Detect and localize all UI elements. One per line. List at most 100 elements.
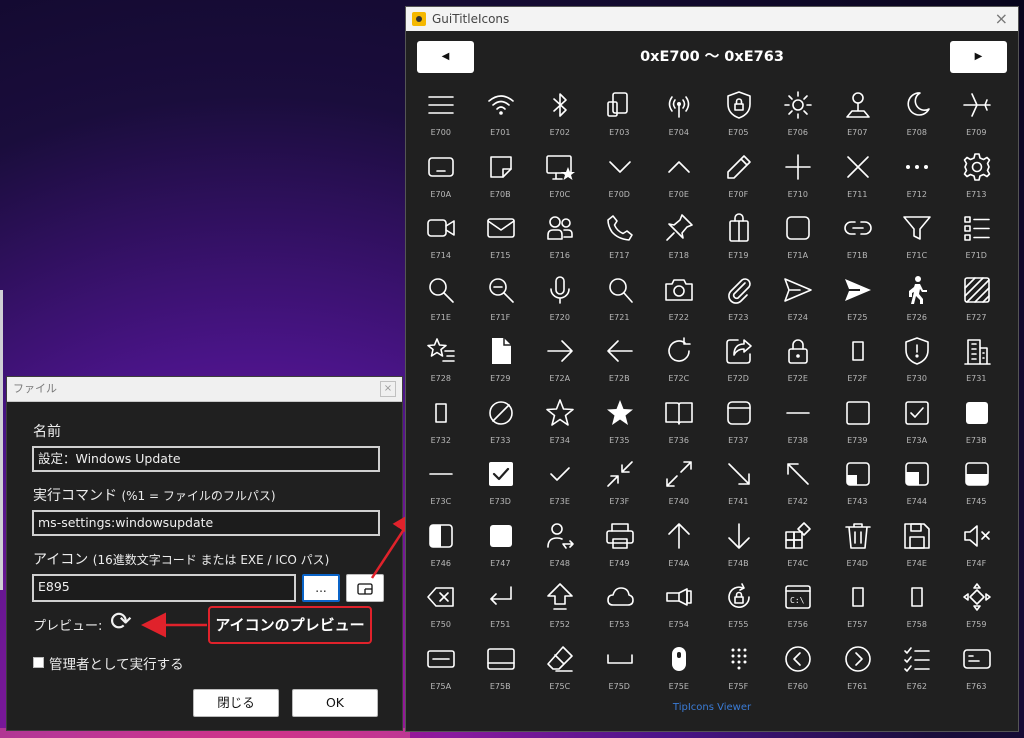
icon-cell[interactable]: E734	[530, 394, 590, 456]
icon-cell[interactable]: E72A	[530, 332, 590, 394]
icon-cell[interactable]: E705	[709, 86, 769, 148]
icon-cell[interactable]: E746	[411, 517, 471, 579]
icon-cell[interactable]: E749	[590, 517, 650, 579]
icon-cell[interactable]: E701	[471, 86, 531, 148]
icon-cell[interactable]: E70C	[530, 148, 590, 210]
icon-cell[interactable]: E738	[768, 394, 828, 456]
icon-cell[interactable]: E743	[828, 455, 888, 517]
icon-cell[interactable]: E711	[828, 148, 888, 210]
icon-cell[interactable]: E718	[649, 209, 709, 271]
icon-cell[interactable]: E74D	[828, 517, 888, 579]
icon-cell[interactable]: E73A	[887, 394, 947, 456]
icon-cell[interactable]: E72E	[768, 332, 828, 394]
icon-cell[interactable]: E75C	[530, 640, 590, 702]
icon-cell[interactable]: E730	[887, 332, 947, 394]
icon-cell[interactable]: E75B	[471, 640, 531, 702]
icon-cell[interactable]: E71F	[471, 271, 531, 333]
icon-cell[interactable]: E75F	[709, 640, 769, 702]
icon-cell[interactable]: E714	[411, 209, 471, 271]
icon-cell[interactable]: E724	[768, 271, 828, 333]
icon-cell[interactable]: E760	[768, 640, 828, 702]
icon-cell[interactable]: E72F	[828, 332, 888, 394]
icon-cell[interactable]: E750	[411, 578, 471, 640]
icon-cell[interactable]: E726	[887, 271, 947, 333]
icon-cell[interactable]: E70A	[411, 148, 471, 210]
icon-cell[interactable]: E700	[411, 86, 471, 148]
icon-cell[interactable]: E763	[947, 640, 1007, 702]
icon-cell[interactable]: E71E	[411, 271, 471, 333]
icon-cell[interactable]: E745	[947, 455, 1007, 517]
icon-cell[interactable]: C:\ E756	[768, 578, 828, 640]
icon-cell[interactable]: E71B	[828, 209, 888, 271]
icon-cell[interactable]: E75A	[411, 640, 471, 702]
icon-cell[interactable]: E70E	[649, 148, 709, 210]
icon-cell[interactable]: E73B	[947, 394, 1007, 456]
icon-cell[interactable]: E723	[709, 271, 769, 333]
icon-cell[interactable]: E702	[530, 86, 590, 148]
icon-cell[interactable]: E73E	[530, 455, 590, 517]
icon-cell[interactable]: E72D	[709, 332, 769, 394]
icon-cell[interactable]: E727	[947, 271, 1007, 333]
icon-cell[interactable]: E70F	[709, 148, 769, 210]
icon-cell[interactable]: E740	[649, 455, 709, 517]
icon-cell[interactable]: E73F	[590, 455, 650, 517]
icon-cell[interactable]: E758	[887, 578, 947, 640]
icon-cell[interactable]: E74A	[649, 517, 709, 579]
icon-cell[interactable]: E739	[828, 394, 888, 456]
icon-cell[interactable]: E741	[709, 455, 769, 517]
icon-cell[interactable]: E72B	[590, 332, 650, 394]
icon-cell[interactable]: E753	[590, 578, 650, 640]
icon-cell[interactable]: E75E	[649, 640, 709, 702]
icon-cell[interactable]: E708	[887, 86, 947, 148]
icon-cell[interactable]: E721	[590, 271, 650, 333]
icon-cell[interactable]: E752	[530, 578, 590, 640]
icon-cell[interactable]: E755	[709, 578, 769, 640]
icon-cell[interactable]: E735	[590, 394, 650, 456]
icon-cell[interactable]: E74F	[947, 517, 1007, 579]
icon-cell[interactable]: E759	[947, 578, 1007, 640]
icon-cell[interactable]: E71C	[887, 209, 947, 271]
icon-cell[interactable]: E742	[768, 455, 828, 517]
icon-cell[interactable]: E733	[471, 394, 531, 456]
icon-cell[interactable]: E720	[530, 271, 590, 333]
icon-cell[interactable]: E737	[709, 394, 769, 456]
icon-cell[interactable]: E717	[590, 209, 650, 271]
icon-cell[interactable]: E761	[828, 640, 888, 702]
icon-cell[interactable]: E706	[768, 86, 828, 148]
icon-cell[interactable]: E751	[471, 578, 531, 640]
icon-cell[interactable]: E70D	[590, 148, 650, 210]
icon-cell[interactable]: E74B	[709, 517, 769, 579]
icon-cell[interactable]: E703	[590, 86, 650, 148]
icon-cell[interactable]: E713	[947, 148, 1007, 210]
icon-cell[interactable]: E71D	[947, 209, 1007, 271]
icon-cell[interactable]: E762	[887, 640, 947, 702]
icon-cell[interactable]: E754	[649, 578, 709, 640]
icon-cell[interactable]: E716	[530, 209, 590, 271]
icon-cell[interactable]: E709	[947, 86, 1007, 148]
icon-cell[interactable]: E72C	[649, 332, 709, 394]
viewer-close-button[interactable]: ×	[995, 7, 1008, 31]
icon-cell[interactable]: E715	[471, 209, 531, 271]
icon-cell[interactable]: E75D	[590, 640, 650, 702]
icon-cell[interactable]: E74E	[887, 517, 947, 579]
icon-cell[interactable]: E748	[530, 517, 590, 579]
icon-cell[interactable]: E757	[828, 578, 888, 640]
icon-cell[interactable]: E704	[649, 86, 709, 148]
icon-cell[interactable]: E73D	[471, 455, 531, 517]
icon-cell[interactable]: E719	[709, 209, 769, 271]
icon-cell[interactable]: E70B	[471, 148, 531, 210]
icon-cell[interactable]: E728	[411, 332, 471, 394]
icon-cell[interactable]: E731	[947, 332, 1007, 394]
icon-cell[interactable]: E707	[828, 86, 888, 148]
icon-cell[interactable]: E725	[828, 271, 888, 333]
icon-cell[interactable]: E732	[411, 394, 471, 456]
icon-cell[interactable]: E712	[887, 148, 947, 210]
icon-cell[interactable]: E744	[887, 455, 947, 517]
previous-page-button[interactable]: ◀	[417, 41, 474, 73]
icon-cell[interactable]: E71A	[768, 209, 828, 271]
icon-cell[interactable]: E74C	[768, 517, 828, 579]
icon-cell[interactable]: E747	[471, 517, 531, 579]
icon-cell[interactable]: E710	[768, 148, 828, 210]
next-page-button[interactable]: ▶	[950, 41, 1007, 73]
icon-cell[interactable]: E73C	[411, 455, 471, 517]
